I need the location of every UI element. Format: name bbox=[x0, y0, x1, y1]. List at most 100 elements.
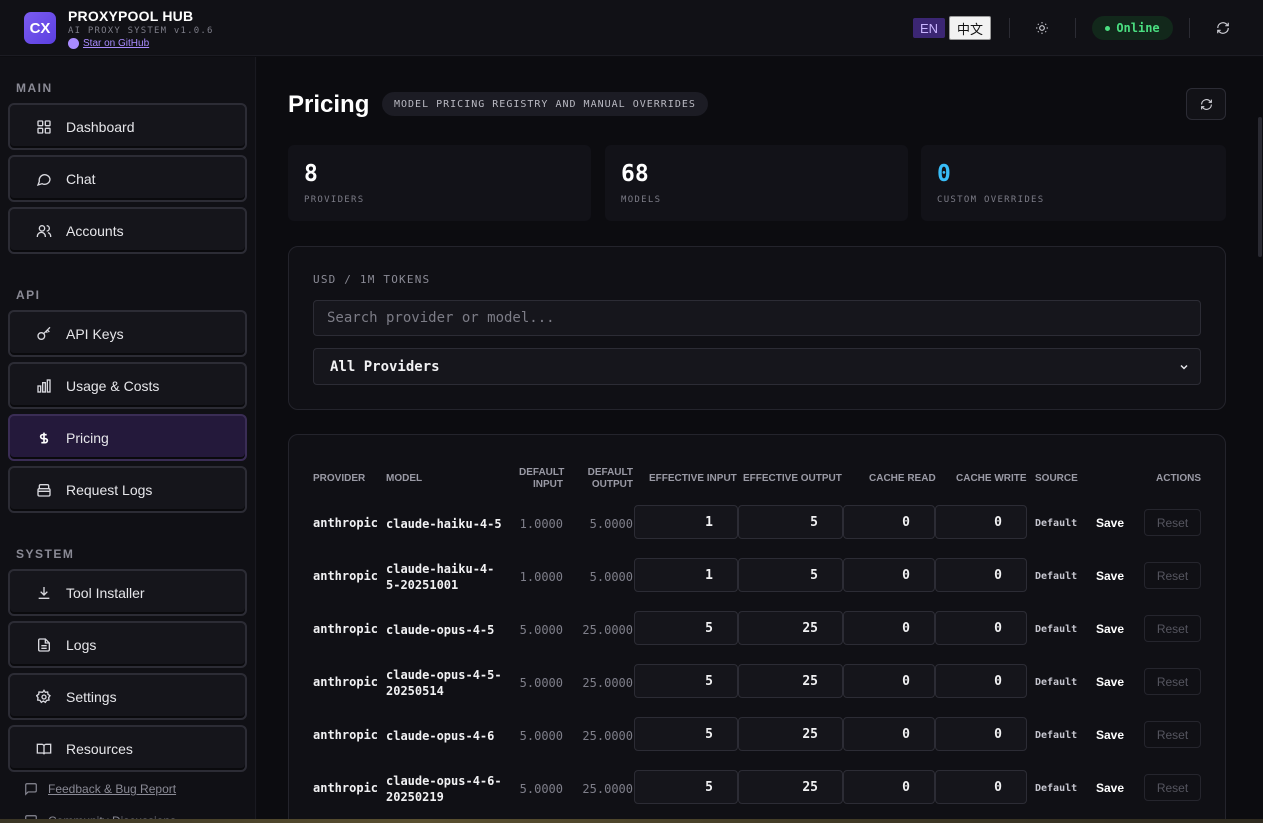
effective-input-field[interactable]: 5 bbox=[634, 664, 738, 698]
save-button[interactable]: Save bbox=[1096, 728, 1124, 742]
source-cell: Default bbox=[1035, 783, 1078, 794]
effective-input-field[interactable]: 1 bbox=[634, 558, 738, 592]
cache-read-field[interactable]: 0 bbox=[843, 664, 935, 698]
default-input-cell: 5.0000 bbox=[519, 782, 563, 796]
table-row: anthropic claude-opus-4-5-20250514 5.0000 2… bbox=[289, 655, 1225, 708]
default-input-cell: 5.0000 bbox=[519, 729, 563, 743]
save-button[interactable]: Save bbox=[1096, 781, 1124, 795]
cache-write-field[interactable]: 0 bbox=[935, 505, 1027, 539]
section-title-system: SYSTEM bbox=[16, 547, 75, 561]
scrollbar-thumb[interactable] bbox=[1258, 117, 1262, 257]
page-subtitle-badge: MODEL PRICING REGISTRY AND MANUAL OVERRI… bbox=[382, 92, 708, 116]
sidebar-item-label: Resources bbox=[66, 740, 133, 757]
save-button[interactable]: Save bbox=[1096, 569, 1124, 583]
github-star-link[interactable]: Star on GitHub bbox=[68, 38, 149, 49]
users-icon bbox=[36, 223, 52, 239]
cache-write-field[interactable]: 0 bbox=[935, 717, 1027, 751]
refresh-icon bbox=[1200, 98, 1212, 110]
save-button[interactable]: Save bbox=[1096, 622, 1124, 636]
effective-output-field[interactable]: 25 bbox=[738, 664, 843, 698]
default-output-cell: 5.0000 bbox=[589, 570, 633, 584]
column-header-actions: ACTIONS bbox=[1156, 473, 1201, 484]
effective-input-field[interactable]: 5 bbox=[634, 611, 738, 645]
stat-value: 0 bbox=[937, 161, 951, 187]
sidebar-item-pricing[interactable]: Pricing bbox=[8, 414, 247, 461]
provider-cell: anthropic bbox=[313, 622, 379, 636]
sidebar-item-chat[interactable]: Chat bbox=[8, 155, 247, 202]
lang-zh-button[interactable]: 中文 bbox=[949, 16, 991, 40]
theme-toggle-button[interactable] bbox=[1032, 18, 1052, 38]
provider-select[interactable]: All Providers bbox=[313, 348, 1201, 385]
reset-button[interactable]: Reset bbox=[1144, 774, 1201, 801]
sidebar-item-request-logs[interactable]: Request Logs bbox=[8, 466, 247, 513]
table-row: anthropic claude-opus-4-6-20250219 5.0000 2… bbox=[289, 761, 1225, 814]
model-cell: claude-opus-4-5-20250514 bbox=[386, 668, 502, 698]
reset-button[interactable]: Reset bbox=[1144, 509, 1201, 536]
default-output-cell: 25.0000 bbox=[582, 782, 633, 796]
sidebar-item-label: Usage & Costs bbox=[66, 377, 160, 394]
sidebar-item-usage-costs[interactable]: Usage & Costs bbox=[8, 362, 247, 409]
reset-button[interactable]: Reset bbox=[1144, 721, 1201, 748]
sidebar-item-settings[interactable]: Settings bbox=[8, 673, 247, 720]
lang-en-button[interactable]: EN bbox=[913, 18, 945, 38]
model-cell: claude-opus-4-6-20250219 bbox=[386, 774, 502, 804]
stat-card-custom-overrides: 0 CUSTOM OVERRIDES bbox=[921, 145, 1226, 221]
app-logo: CX bbox=[24, 12, 56, 44]
sidebar: MAIN Dashboard Chat Accounts API API Key… bbox=[0, 57, 256, 823]
cache-read-field[interactable]: 0 bbox=[843, 770, 935, 804]
sidebar-item-label: Settings bbox=[66, 688, 117, 705]
reset-button[interactable]: Reset bbox=[1144, 562, 1201, 589]
key-icon bbox=[36, 326, 52, 342]
reset-button[interactable]: Reset bbox=[1144, 615, 1201, 642]
cache-read-field[interactable]: 0 bbox=[843, 717, 935, 751]
section-title-main: MAIN bbox=[16, 81, 53, 95]
cache-write-field[interactable]: 0 bbox=[935, 770, 1027, 804]
cache-read-field[interactable]: 0 bbox=[843, 558, 935, 592]
cache-write-field[interactable]: 0 bbox=[935, 558, 1027, 592]
cache-read-field[interactable]: 0 bbox=[843, 505, 935, 539]
scrollbar[interactable] bbox=[1257, 57, 1263, 823]
sync-button[interactable] bbox=[1213, 18, 1233, 38]
effective-output-field[interactable]: 25 bbox=[738, 770, 843, 804]
provider-cell: anthropic bbox=[313, 728, 379, 742]
grid-icon bbox=[36, 119, 52, 135]
table-row: anthropic claude-opus-4-6 5.0000 25.0000 5 25… bbox=[289, 708, 1225, 761]
sidebar-item-label: Logs bbox=[66, 636, 97, 653]
provider-cell: anthropic bbox=[313, 516, 379, 530]
search-input[interactable] bbox=[313, 300, 1201, 336]
refresh-button[interactable] bbox=[1186, 88, 1226, 120]
default-output-cell: 5.0000 bbox=[589, 517, 633, 531]
sidebar-item-dashboard[interactable]: Dashboard bbox=[8, 103, 247, 150]
feedback-link[interactable]: Feedback & Bug Report bbox=[24, 782, 176, 796]
sidebar-item-logs[interactable]: Logs bbox=[8, 621, 247, 668]
save-button[interactable]: Save bbox=[1096, 675, 1124, 689]
effective-output-field[interactable]: 5 bbox=[738, 505, 843, 539]
sidebar-item-resources[interactable]: Resources bbox=[8, 725, 247, 772]
cache-write-field[interactable]: 0 bbox=[935, 664, 1027, 698]
sidebar-item-label: Dashboard bbox=[66, 118, 135, 135]
stat-value: 68 bbox=[621, 161, 649, 187]
effective-input-field[interactable]: 1 bbox=[634, 505, 738, 539]
effective-output-field[interactable]: 5 bbox=[738, 558, 843, 592]
sidebar-item-api-keys[interactable]: API Keys bbox=[8, 310, 247, 357]
cache-write-field[interactable]: 0 bbox=[935, 611, 1027, 645]
dollar-icon bbox=[36, 430, 52, 446]
sidebar-item-tool-installer[interactable]: Tool Installer bbox=[8, 569, 247, 616]
column-header-cache-write: CACHE WRITE bbox=[956, 473, 1027, 484]
effective-output-field[interactable]: 25 bbox=[738, 717, 843, 751]
effective-input-field[interactable]: 5 bbox=[634, 770, 738, 804]
chevron-down-icon bbox=[1180, 364, 1188, 370]
cache-read-field[interactable]: 0 bbox=[843, 611, 935, 645]
stat-label: MODELS bbox=[621, 195, 662, 205]
save-button[interactable]: Save bbox=[1096, 516, 1124, 530]
effective-input-field[interactable]: 5 bbox=[634, 717, 738, 751]
sidebar-item-label: Chat bbox=[66, 170, 96, 187]
column-header-provider: PROVIDER bbox=[313, 473, 366, 484]
main-content: Pricing MODEL PRICING REGISTRY AND MANUA… bbox=[257, 57, 1263, 823]
stat-label: CUSTOM OVERRIDES bbox=[937, 195, 1045, 205]
divider bbox=[1075, 18, 1076, 38]
effective-output-field[interactable]: 25 bbox=[738, 611, 843, 645]
reset-button[interactable]: Reset bbox=[1144, 668, 1201, 695]
sidebar-item-label: Tool Installer bbox=[66, 584, 145, 601]
sidebar-item-accounts[interactable]: Accounts bbox=[8, 207, 247, 254]
